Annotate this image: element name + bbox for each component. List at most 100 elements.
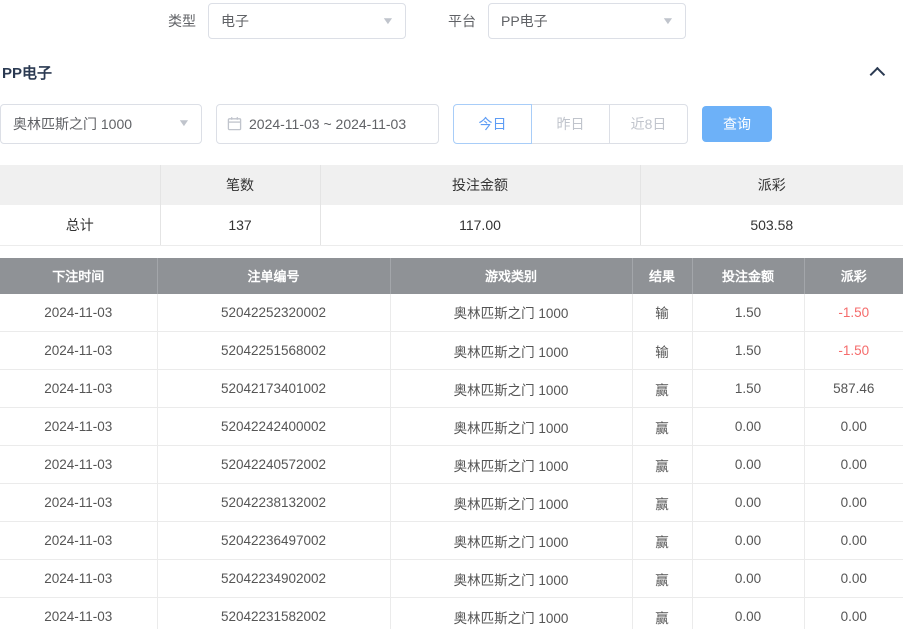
summary-bet-amount-value: 117.00 <box>320 205 640 245</box>
summary-header-count: 笔数 <box>160 165 320 205</box>
cell-bet-id: 52042173401002 <box>157 370 390 408</box>
cell-payout: 587.46 <box>804 370 903 408</box>
type-label: 类型 <box>168 11 196 31</box>
chevron-down-icon: ▼ <box>177 118 191 129</box>
bets-table: 下注时间 注单编号 游戏类别 结果 投注金额 派彩 2024-11-03 520… <box>0 258 903 629</box>
summary-header-empty <box>0 165 160 205</box>
cell-amount: 0.00 <box>692 484 804 522</box>
table-row: 2024-11-03 52042234902002 奥林匹斯之门 1000 赢 … <box>0 560 903 598</box>
cell-amount: 1.50 <box>692 294 804 332</box>
cell-result: 输 <box>632 294 692 332</box>
cell-game: 奥林匹斯之门 1000 <box>390 332 632 370</box>
cell-game: 奥林匹斯之门 1000 <box>390 446 632 484</box>
cell-bet-id: 52042236497002 <box>157 522 390 560</box>
platform-select-value: PP电子 <box>501 11 548 31</box>
query-row: 奥林匹斯之门 1000 ▼ 2024-11-03 ~ 2024-11-03 今日… <box>0 103 903 144</box>
quick-btn-last8days[interactable]: 近8日 <box>609 104 688 144</box>
cell-result: 赢 <box>632 408 692 446</box>
summary-table: 笔数 投注金额 派彩 总计 137 117.00 503.58 <box>0 165 903 246</box>
table-row: 2024-11-03 52042236497002 奥林匹斯之门 1000 赢 … <box>0 522 903 560</box>
platform-select[interactable]: PP电子 ▼ <box>488 3 686 39</box>
type-select-value: 电子 <box>221 11 249 31</box>
cell-payout: -1.50 <box>804 294 903 332</box>
cell-amount: 0.00 <box>692 560 804 598</box>
cell-bet-id: 52042252320002 <box>157 294 390 332</box>
game-select-value: 奥林匹斯之门 1000 <box>13 114 132 134</box>
cell-game: 奥林匹斯之门 1000 <box>390 408 632 446</box>
summary-count-value: 137 <box>160 205 320 245</box>
cell-payout: -1.50 <box>804 332 903 370</box>
chevron-down-icon: ▼ <box>381 16 395 27</box>
date-range-value: 2024-11-03 ~ 2024-11-03 <box>249 116 406 132</box>
cell-bet-id: 52042234902002 <box>157 560 390 598</box>
summary-payout-value: 503.58 <box>640 205 903 245</box>
bets-header-row: 下注时间 注单编号 游戏类别 结果 投注金额 派彩 <box>0 258 903 294</box>
cell-date: 2024-11-03 <box>0 522 157 560</box>
cell-result: 赢 <box>632 484 692 522</box>
bet-table-body: 2024-11-03 52042252320002 奥林匹斯之门 1000 输 … <box>0 294 903 629</box>
summary-total-row: 总计 137 117.00 503.58 <box>0 205 903 245</box>
bets-header-game: 游戏类别 <box>390 258 632 294</box>
search-button[interactable]: 查询 <box>702 106 772 142</box>
cell-bet-id: 52042251568002 <box>157 332 390 370</box>
cell-bet-id: 52042242400002 <box>157 408 390 446</box>
date-range-input[interactable]: 2024-11-03 ~ 2024-11-03 <box>216 104 439 144</box>
cell-date: 2024-11-03 <box>0 446 157 484</box>
cell-result: 输 <box>632 332 692 370</box>
quick-range-group: 今日 昨日 近8日 <box>453 104 688 144</box>
cell-payout: 0.00 <box>804 446 903 484</box>
cell-date: 2024-11-03 <box>0 370 157 408</box>
cell-amount: 0.00 <box>692 446 804 484</box>
cell-result: 赢 <box>632 598 692 629</box>
cell-amount: 0.00 <box>692 522 804 560</box>
cell-amount: 1.50 <box>692 370 804 408</box>
bets-header-time: 下注时间 <box>0 258 157 294</box>
cell-payout: 0.00 <box>804 522 903 560</box>
cell-payout: 0.00 <box>804 598 903 629</box>
bets-header-bet-id: 注单编号 <box>157 258 390 294</box>
type-select[interactable]: 电子 ▼ <box>208 3 406 39</box>
cell-game: 奥林匹斯之门 1000 <box>390 598 632 629</box>
table-row: 2024-11-03 52042242400002 奥林匹斯之门 1000 赢 … <box>0 408 903 446</box>
table-row: 2024-11-03 52042231582002 奥林匹斯之门 1000 赢 … <box>0 598 903 629</box>
bets-header-amount: 投注金额 <box>692 258 804 294</box>
section-title: PP电子 <box>2 62 52 83</box>
bets-header-result: 结果 <box>632 258 692 294</box>
cell-payout: 0.00 <box>804 408 903 446</box>
table-row: 2024-11-03 52042240572002 奥林匹斯之门 1000 赢 … <box>0 446 903 484</box>
cell-game: 奥林匹斯之门 1000 <box>390 370 632 408</box>
cell-game: 奥林匹斯之门 1000 <box>390 294 632 332</box>
bets-header-payout: 派彩 <box>804 258 903 294</box>
cell-result: 赢 <box>632 560 692 598</box>
top-filter-bar: 类型 电子 ▼ 平台 PP电子 ▼ <box>0 0 903 40</box>
cell-date: 2024-11-03 <box>0 332 157 370</box>
page: 类型 电子 ▼ 平台 PP电子 ▼ PP电子 奥林匹斯之门 1000 ▼ 202 <box>0 0 903 629</box>
cell-date: 2024-11-03 <box>0 408 157 446</box>
table-row: 2024-11-03 52042238132002 奥林匹斯之门 1000 赢 … <box>0 484 903 522</box>
cell-date: 2024-11-03 <box>0 484 157 522</box>
table-row: 2024-11-03 52042251568002 奥林匹斯之门 1000 输 … <box>0 332 903 370</box>
table-row: 2024-11-03 52042252320002 奥林匹斯之门 1000 输 … <box>0 294 903 332</box>
table-row: 2024-11-03 52042173401002 奥林匹斯之门 1000 赢 … <box>0 370 903 408</box>
cell-date: 2024-11-03 <box>0 598 157 629</box>
platform-label: 平台 <box>448 11 476 31</box>
summary-total-label: 总计 <box>0 205 160 245</box>
cell-date: 2024-11-03 <box>0 294 157 332</box>
summary-header-bet-amount: 投注金额 <box>320 165 640 205</box>
section-header: PP电子 <box>0 62 903 83</box>
chevron-up-icon[interactable] <box>870 67 886 83</box>
cell-result: 赢 <box>632 370 692 408</box>
game-select[interactable]: 奥林匹斯之门 1000 ▼ <box>0 104 202 144</box>
calendar-icon <box>227 116 242 131</box>
cell-game: 奥林匹斯之门 1000 <box>390 522 632 560</box>
cell-amount: 1.50 <box>692 332 804 370</box>
cell-payout: 0.00 <box>804 560 903 598</box>
cell-bet-id: 52042238132002 <box>157 484 390 522</box>
quick-btn-today[interactable]: 今日 <box>453 104 532 144</box>
cell-bet-id: 52042240572002 <box>157 446 390 484</box>
quick-btn-yesterday[interactable]: 昨日 <box>531 104 610 144</box>
summary-header-row: 笔数 投注金额 派彩 <box>0 165 903 205</box>
summary-header-payout: 派彩 <box>640 165 903 205</box>
cell-result: 赢 <box>632 522 692 560</box>
cell-game: 奥林匹斯之门 1000 <box>390 484 632 522</box>
